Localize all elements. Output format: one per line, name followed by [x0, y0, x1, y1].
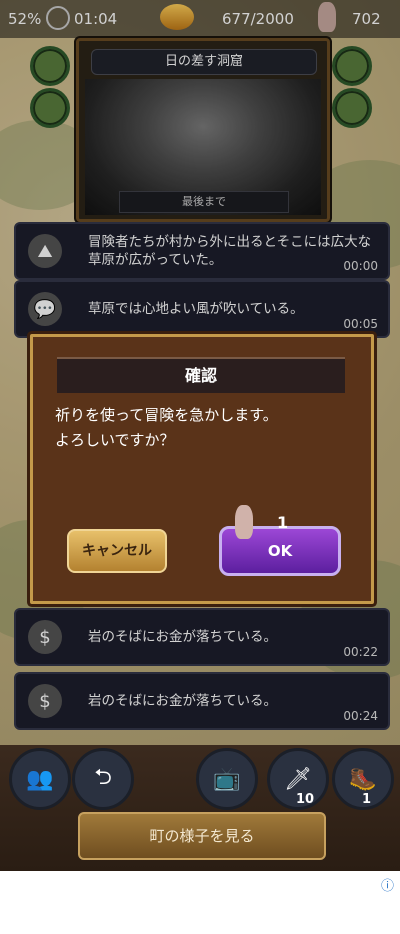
- confirm-dialog: 確認 祈りを使って冒険を急かします。 よろしいですか？ キャンセル OK 1: [30, 334, 374, 604]
- tv-icon: 📺: [213, 766, 241, 792]
- cancel-button[interactable]: キャンセル: [67, 529, 167, 573]
- return-arrow-icon: ⮌: [94, 765, 112, 790]
- rabbit-statue-icon: [235, 505, 253, 539]
- ad-info-icon[interactable]: ⓘ: [381, 875, 394, 894]
- party-button[interactable]: 👥: [9, 748, 71, 810]
- prayer-cost: 1: [277, 513, 289, 532]
- dialog-message: 祈りを使って冒険を急かします。 よろしいですか？: [55, 406, 278, 449]
- sword-icon: 🗡: [284, 766, 312, 792]
- dialog-title: 確認: [57, 357, 345, 393]
- boot-count: 1: [362, 792, 372, 807]
- view-town-button[interactable]: 町の様子を見る: [78, 812, 326, 860]
- party-icon: 👥: [26, 766, 54, 792]
- boot-icon: 🥾: [349, 766, 377, 792]
- return-button[interactable]: ⮌: [72, 748, 134, 810]
- ok-label: OK: [267, 542, 293, 560]
- hasten-count: 10: [296, 792, 315, 807]
- ad-banner[interactable]: ⓘ: [0, 871, 400, 934]
- tv-ad-button[interactable]: 📺: [196, 748, 258, 810]
